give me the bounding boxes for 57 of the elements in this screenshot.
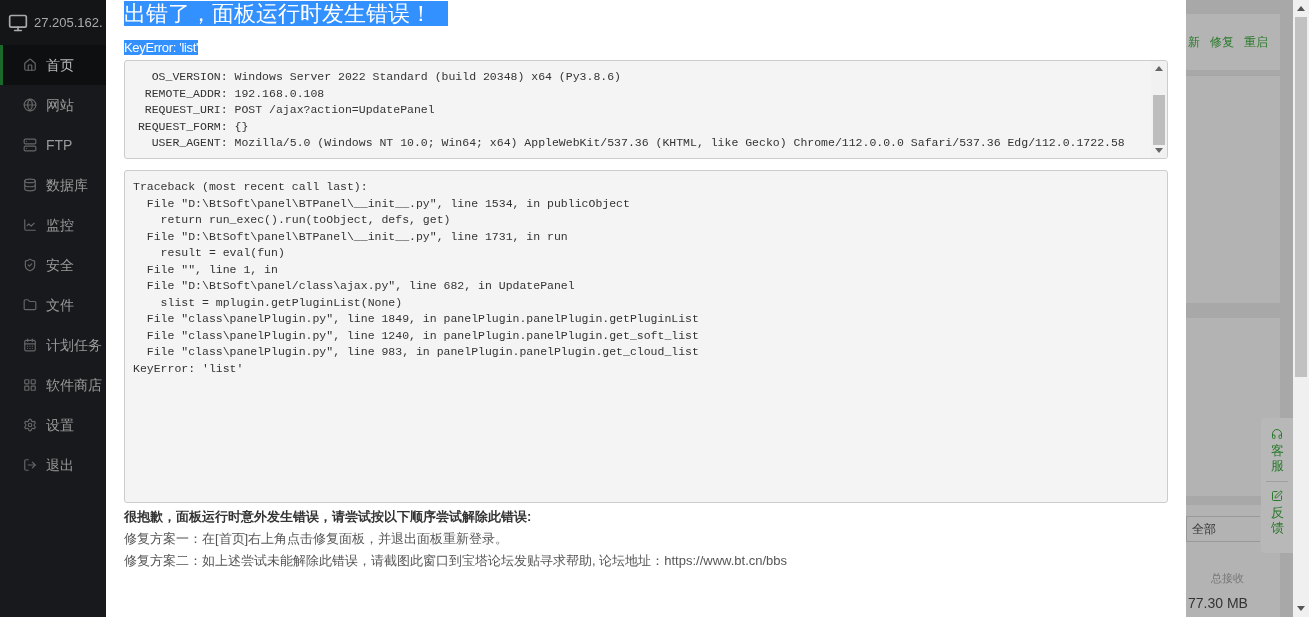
scroll-up-icon[interactable] — [1297, 6, 1305, 11]
traceback-line: return run_exec().run(toObject, defs, get) — [159, 212, 452, 228]
nav-item[interactable]: 安全 — [0, 245, 106, 285]
server-icon — [23, 138, 37, 152]
nav-item[interactable]: 首页 — [0, 45, 106, 85]
traceback-line: File "", line 1, in — [145, 261, 279, 278]
scroll-down-icon[interactable] — [1297, 606, 1305, 611]
page-scrollbar[interactable] — [1293, 0, 1309, 617]
info-line: REQUEST_URI: POST /ajax?action=UpdatePanel — [143, 102, 436, 118]
edit-icon — [1271, 490, 1283, 502]
scroll-down-icon[interactable] — [1155, 148, 1163, 153]
filter-select[interactable]: 全部 — [1186, 516, 1260, 542]
nav-item[interactable]: 网站 — [0, 85, 106, 125]
nav-item[interactable]: 软件商店 — [0, 365, 106, 405]
nav-item[interactable]: 计划任务 — [0, 325, 106, 365]
logout-icon — [23, 458, 37, 472]
info-line: REQUEST_FORM: {} — [136, 118, 250, 135]
help-text: 修复方案一：在[首页]右上角点击修复面板，并退出面板重新登录。 — [124, 530, 510, 548]
traceback-line: File "D:\BtSoft\panel\BTPanel\__init__.py", line 1534, in publicObject — [145, 195, 631, 212]
chart-icon — [23, 218, 37, 232]
nav-item[interactable]: 数据库 — [0, 165, 106, 205]
traceback-line: result = eval(fun) — [159, 245, 286, 261]
traceback-line: File "class\panelPlugin.py", line 983, in panelPlugin.panelPlugin.get_cloud_list — [145, 344, 700, 360]
stat-value: 77.30 MB — [1187, 593, 1249, 613]
info-line: USER_AGENT: Mozilla/5.0 (Windows NT 10.0; Win64; x64) AppleWebKit/537.36 (KHTML, like Gecko) Chrome/112.0.0.0 Safari/537.36 Edg/112.0.1722.58 — [150, 135, 1126, 151]
error-message: KeyError: 'list' — [124, 40, 199, 55]
settings-icon — [23, 418, 37, 432]
stat-label: 总接收 — [1210, 571, 1245, 586]
monitor-icon — [8, 12, 28, 33]
help-text: 修复方案二：如上述尝试未能解除此错误，请截图此窗口到宝塔论坛发贴寻求帮助, 论坛地址：https://www.bt.cn/bbs — [124, 552, 789, 570]
nav-item[interactable]: 设置 — [0, 405, 106, 445]
help-heading: 很抱歉，面板运行时意外发生错误，请尝试按以下顺序尝试解除此错误: — [124, 508, 533, 526]
headset-icon — [1271, 428, 1283, 440]
nav-item[interactable]: 文件 — [0, 285, 106, 325]
shield-icon — [23, 258, 37, 272]
traceback-line: KeyError: 'list' — [133, 360, 245, 377]
traceback-line: Traceback (most recent call last): — [133, 179, 369, 195]
scroll-up-icon[interactable] — [1155, 66, 1163, 71]
traceback-line: File "class\panelPlugin.py", line 1240, in panelPlugin.panelPlugin.get_soft_list — [145, 327, 700, 344]
info-line: OS_VERSION: Windows Server 2022 Standard (build 20348) x64 (Py3.8.6) — [150, 69, 622, 85]
grid-icon — [23, 378, 37, 392]
folder-icon — [23, 298, 37, 312]
host-address: 27.205.162. — [34, 13, 103, 32]
traceback-line: slist = mplugin.getPluginList(None) — [159, 294, 404, 311]
nav-item[interactable]: 退出 — [0, 445, 106, 485]
info-line: REMOTE_ADDR: 192.168.0.108 — [143, 85, 326, 102]
nav-item[interactable]: FTP — [0, 125, 106, 165]
traceback-line: File "class\panelPlugin.py", line 1849, in panelPlugin.panelPlugin.getPluginList — [145, 311, 700, 327]
database-icon — [23, 178, 37, 192]
scrollbar[interactable] — [1151, 61, 1167, 158]
home-icon — [23, 58, 37, 72]
calendar-icon — [23, 338, 37, 352]
globe-icon — [23, 98, 37, 112]
traceback-line: File "D:\BtSoft\panel/class\ajax.py", line 682, in UpdatePanel — [145, 278, 576, 294]
error-title: 出错了，面板运行时发生错误！ — [124, 1, 448, 26]
nav-item[interactable]: 监控 — [0, 205, 106, 245]
traceback-line: File "D:\BtSoft\panel\BTPanel\__init__.py", line 1731, in run — [145, 228, 569, 245]
